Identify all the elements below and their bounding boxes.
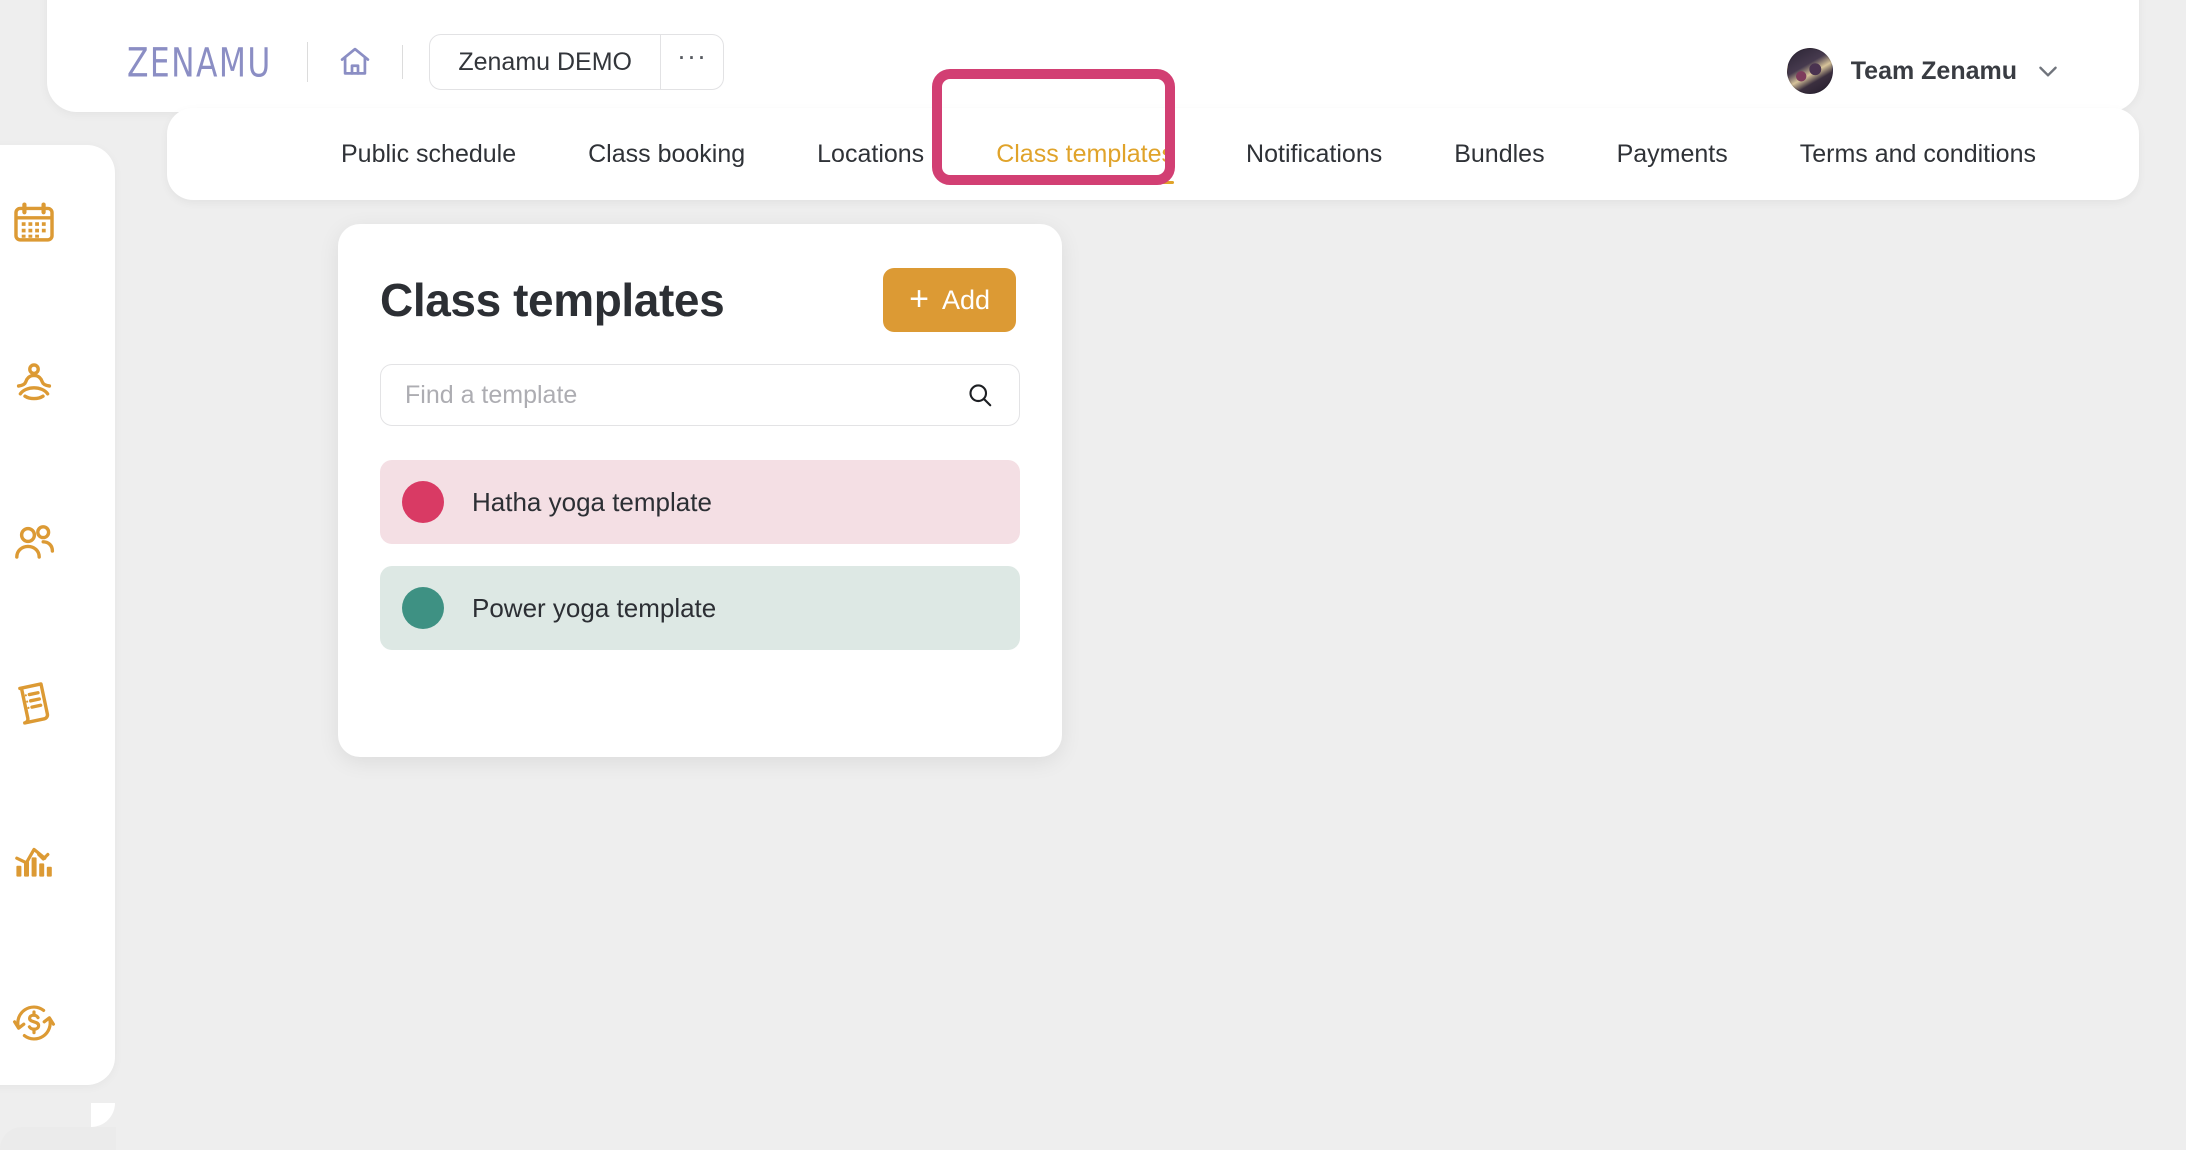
app-root: ZENAMU Zenamu DEMO ··· Team Zenamu Publi…: [0, 0, 2186, 1150]
people-icon: [2, 511, 66, 575]
sidebar-item-statistics[interactable]: [0, 807, 115, 919]
top-bar-right: Team Zenamu: [1786, 48, 2097, 94]
template-color-dot: [402, 481, 444, 523]
divider: [402, 45, 404, 79]
tab-bundles[interactable]: Bundles: [1418, 108, 1580, 200]
user-name[interactable]: Team Zenamu: [1851, 57, 2017, 86]
document-icon: [2, 671, 66, 735]
dollar-refresh-icon: [2, 991, 66, 1055]
left-sidebar: [0, 145, 116, 1150]
tab-payments[interactable]: Payments: [1581, 108, 1764, 200]
tab-public-schedule[interactable]: Public schedule: [305, 108, 552, 200]
organisation-more-button[interactable]: ···: [661, 35, 723, 89]
template-row[interactable]: Power yoga template: [380, 566, 1020, 650]
sidebar-item-finances[interactable]: [0, 967, 115, 1079]
add-template-button[interactable]: + Add: [883, 268, 1016, 332]
sidebar-item-settings[interactable]: [0, 1103, 116, 1150]
template-row[interactable]: Hatha yoga template: [380, 460, 1020, 544]
organisation-switcher: Zenamu DEMO ···: [429, 34, 725, 90]
calendar-icon: [2, 191, 66, 255]
template-list: Hatha yoga template Power yoga template: [380, 460, 1020, 650]
top-bar-left: ZENAMU Zenamu DEMO ···: [89, 30, 725, 94]
card-header: Class templates + Add: [380, 268, 1020, 332]
tab-notifications[interactable]: Notifications: [1210, 108, 1418, 200]
search-field[interactable]: [380, 364, 1020, 426]
search-input[interactable]: [403, 379, 963, 411]
bar-chart-icon: [2, 831, 66, 895]
template-label: Hatha yoga template: [472, 486, 712, 517]
avatar[interactable]: [1786, 48, 1833, 94]
sidebar-item-calendar[interactable]: [0, 167, 115, 279]
divider: [307, 42, 309, 82]
template-label: Power yoga template: [472, 592, 717, 623]
settings-tab-bar: Public schedule Class booking Locations Cla…: [167, 108, 2139, 200]
tab-locations[interactable]: Locations: [781, 108, 960, 200]
yoga-pose-icon: [2, 351, 66, 415]
chevron-down-icon[interactable]: [2035, 58, 2061, 84]
organisation-name[interactable]: Zenamu DEMO: [430, 35, 660, 89]
sidebar-item-classes[interactable]: [0, 327, 115, 439]
plus-icon: +: [909, 279, 929, 318]
template-color-dot: [402, 587, 444, 629]
class-templates-card: Class templates + Add Hatha yoga templat…: [338, 224, 1062, 757]
tab-terms-and-conditions[interactable]: Terms and conditions: [1764, 108, 2072, 200]
page-title: Class templates: [380, 274, 725, 326]
active-indicator: [90, 1127, 116, 1150]
top-bar: ZENAMU Zenamu DEMO ··· Team Zenamu: [47, 0, 2139, 112]
tab-class-booking[interactable]: Class booking: [552, 108, 781, 200]
search-icon[interactable]: [963, 378, 997, 412]
add-button-label: Add: [941, 284, 990, 315]
zenamu-logo[interactable]: ZENAMU: [89, 38, 272, 86]
sidebar-item-customers[interactable]: [0, 487, 115, 599]
sidebar-item-invoices[interactable]: [0, 647, 115, 759]
home-icon[interactable]: [334, 41, 376, 83]
tab-class-templates[interactable]: Class templates: [960, 108, 1210, 200]
